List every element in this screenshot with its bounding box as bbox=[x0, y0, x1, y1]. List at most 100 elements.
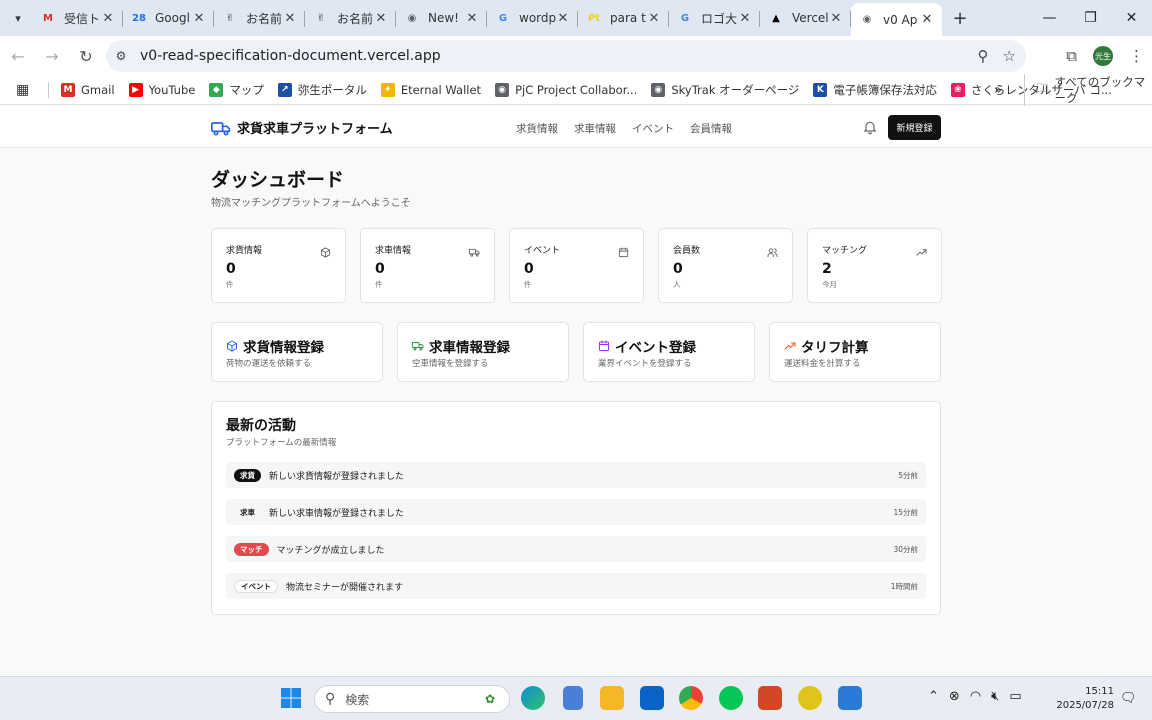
browser-tab[interactable]: Pt para t ✕ bbox=[578, 3, 669, 33]
browser-menu-icon[interactable]: ⋮ bbox=[1129, 47, 1144, 65]
calendar-icon: 28 bbox=[132, 12, 146, 24]
wifi-icon[interactable]: ◠ bbox=[970, 689, 981, 704]
bookmark-item[interactable]: K 電子帳簿保存法対応 bbox=[813, 82, 937, 98]
more-bookmarks-icon[interactable]: » bbox=[994, 83, 1002, 98]
bookmark-favicon-icon: M bbox=[61, 83, 75, 97]
bookmark-item[interactable]: ▶ YouTube bbox=[128, 83, 196, 97]
action-description: 運送料金を計算する bbox=[784, 359, 861, 369]
bookmark-item[interactable]: ◆ マップ bbox=[209, 82, 264, 98]
tab-title: v0 Ap bbox=[883, 12, 918, 27]
bookmark-label: Gmail bbox=[81, 83, 115, 97]
browser-tab[interactable]: ▲ Vercel ✕ bbox=[760, 3, 851, 33]
extensions-icon[interactable]: ⧉ bbox=[1066, 47, 1077, 65]
browser-tab[interactable]: M 受信ト ✕ bbox=[32, 3, 123, 33]
notepad-icon[interactable] bbox=[563, 686, 583, 710]
activity-row[interactable]: 求車 新しい求車情報が登録されました 15分前 bbox=[226, 499, 926, 525]
browser-tab[interactable]: ◉ New! ✕ bbox=[396, 3, 487, 33]
box-icon bbox=[227, 340, 237, 352]
browser-tab[interactable]: 28 Googl ✕ bbox=[123, 3, 214, 33]
activity-row[interactable]: マッチ マッチングが成立しました 30分前 bbox=[226, 536, 926, 562]
bookmark-star-icon[interactable]: ☆ bbox=[1003, 47, 1016, 65]
tab-close-icon[interactable]: ✕ bbox=[829, 11, 843, 26]
zoom-icon[interactable]: ⚲ bbox=[978, 47, 989, 65]
tab-close-icon[interactable]: ✕ bbox=[192, 11, 206, 26]
quick-action-card[interactable]: 求貨情報登録 荷物の運送を依頼する bbox=[211, 322, 383, 382]
browser-tab[interactable]: G ロゴ大 ✕ bbox=[669, 3, 760, 33]
tab-close-icon[interactable]: ✕ bbox=[738, 11, 752, 26]
clock[interactable]: 15:11 2025/07/28 bbox=[1056, 685, 1114, 713]
tab-close-icon[interactable]: ✕ bbox=[283, 11, 297, 26]
truck-icon bbox=[211, 121, 231, 135]
quick-action-card[interactable]: タリフ計算 運送料金を計算する bbox=[769, 322, 941, 382]
activity-row[interactable]: イベント 物流セミナーが開催されます 1時間前 bbox=[226, 573, 926, 599]
browser-tab[interactable]: ◉ v0 Ap ✕ bbox=[851, 3, 942, 36]
all-bookmarks-folder[interactable]: 🗀 すべてのブックマーク bbox=[1024, 74, 1152, 106]
signup-button[interactable]: 新規登録 bbox=[888, 115, 941, 140]
bookmark-item[interactable]: ◉ SkyTrak オーダーページ bbox=[651, 82, 799, 98]
stat-value: 0 bbox=[226, 261, 236, 277]
tab-title: Vercel bbox=[792, 11, 829, 25]
tab-close-icon[interactable]: ✕ bbox=[465, 11, 479, 26]
bookmark-item[interactable]: ◉ PjC Project Collabor... bbox=[495, 83, 637, 97]
nav-members[interactable]: 会員情報 bbox=[690, 121, 732, 136]
taskbar-search[interactable]: ⚲ 検索 ✿ bbox=[314, 685, 510, 713]
back-icon[interactable]: ← bbox=[2, 40, 34, 72]
activity-subtitle: プラットフォームの最新情報 bbox=[226, 438, 337, 448]
url-text[interactable]: v0-read-specification-document.vercel.ap… bbox=[140, 48, 441, 64]
notification-icon[interactable]: 🗨︎ bbox=[1120, 691, 1137, 706]
activity-row[interactable]: 求貨 新しい求貨情報が登録されました 5分前 bbox=[226, 462, 926, 488]
close-window-icon[interactable]: ✕ bbox=[1111, 0, 1152, 36]
outlook-icon[interactable] bbox=[640, 686, 664, 710]
apps-grid-icon[interactable]: ▦ bbox=[16, 82, 32, 98]
bell-icon[interactable] bbox=[862, 119, 878, 135]
edge-icon[interactable] bbox=[521, 686, 545, 710]
windows-start-icon[interactable] bbox=[279, 686, 303, 710]
nav-events[interactable]: イベント bbox=[632, 121, 674, 136]
globe-icon: ◉ bbox=[862, 14, 872, 25]
address-bar[interactable]: ⚙ v0-read-specification-document.vercel.… bbox=[106, 40, 1026, 72]
volume-muted-icon[interactable]: 🔇︎ bbox=[991, 689, 999, 704]
reload-icon[interactable]: ↻ bbox=[70, 40, 102, 72]
brand-logo[interactable]: 求貨求車プラットフォーム bbox=[211, 118, 393, 137]
file-explorer-icon[interactable] bbox=[600, 686, 624, 710]
powerpoint-icon[interactable] bbox=[758, 686, 782, 710]
photos-icon[interactable] bbox=[838, 686, 862, 710]
tab-close-icon[interactable]: ✕ bbox=[647, 11, 661, 26]
tab-search-chevron-icon[interactable]: ▾ bbox=[4, 4, 32, 32]
stat-label: マッチング bbox=[822, 246, 868, 256]
nav-cargo[interactable]: 求貨情報 bbox=[516, 121, 558, 136]
google-icon: G bbox=[680, 12, 690, 24]
bookmark-item[interactable]: ↗ 弥生ポータル bbox=[277, 82, 367, 98]
stat-label: イベント bbox=[524, 246, 561, 256]
battery-icon[interactable]: ▭ bbox=[1009, 689, 1021, 704]
tab-close-icon[interactable]: ✕ bbox=[920, 12, 934, 27]
minimize-icon[interactable]: — bbox=[1029, 0, 1070, 36]
stat-card: イベント 0 件 bbox=[509, 228, 644, 303]
folder-icon: 🗀 bbox=[1037, 80, 1049, 95]
tab-close-icon[interactable]: ✕ bbox=[374, 11, 388, 26]
activity-time: 1時間前 bbox=[890, 581, 918, 591]
tab-close-icon[interactable]: ✕ bbox=[556, 11, 570, 26]
bookmark-label: 弥生ポータル bbox=[297, 83, 367, 97]
new-tab-button[interactable]: + bbox=[946, 8, 974, 29]
tray-app-icon[interactable]: ⊗ bbox=[949, 689, 960, 704]
quick-action-card[interactable]: イベント登録 業界イベントを登録する bbox=[583, 322, 755, 382]
action-title: イベント登録 bbox=[615, 340, 696, 356]
browser-tab[interactable]: ✌ お名前 ✕ bbox=[214, 3, 305, 33]
tab-close-icon[interactable]: ✕ bbox=[101, 11, 115, 26]
quick-action-card[interactable]: 求車情報登録 空車情報を登録する bbox=[397, 322, 569, 382]
profile-avatar[interactable]: 光生 bbox=[1093, 46, 1113, 66]
forward-icon[interactable]: → bbox=[36, 40, 68, 72]
browser-tab[interactable]: Gwordp ✕ bbox=[487, 3, 578, 33]
site-info-icon[interactable]: ⚙ bbox=[106, 49, 136, 63]
app-icon[interactable] bbox=[798, 686, 822, 710]
bookmark-item[interactable]: ✦ Eternal Wallet bbox=[380, 83, 481, 97]
bookmark-label: YouTube bbox=[148, 83, 196, 97]
nav-vehicle[interactable]: 求車情報 bbox=[574, 121, 616, 136]
restore-icon[interactable]: ❐ bbox=[1070, 0, 1111, 36]
bookmark-item[interactable]: M Gmail bbox=[61, 83, 115, 97]
browser-tab[interactable]: ✌ お名前 ✕ bbox=[305, 3, 396, 33]
line-icon[interactable] bbox=[719, 686, 743, 710]
chevron-up-icon[interactable]: ⌃ bbox=[928, 689, 939, 704]
chrome-icon[interactable] bbox=[679, 686, 703, 710]
